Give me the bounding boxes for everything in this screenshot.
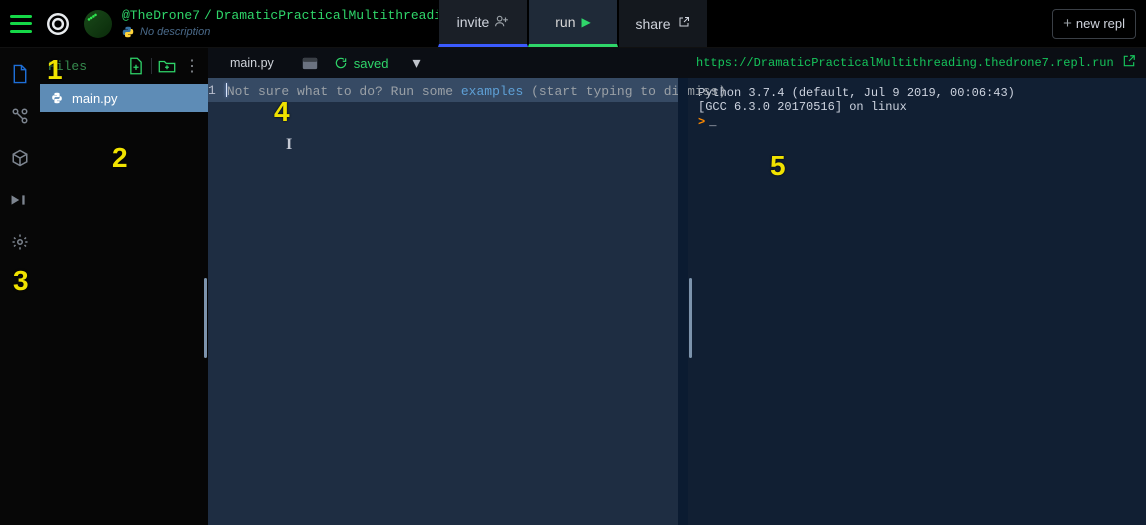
version-control-icon[interactable] <box>10 106 30 126</box>
workspace: Files ⋮ main.py main.py <box>0 48 1146 525</box>
editor-menu-chevron-icon[interactable]: ▾ <box>404 53 428 73</box>
open-external-icon[interactable] <box>1122 54 1136 73</box>
hamburger-icon[interactable] <box>10 15 32 33</box>
file-name: main.py <box>72 91 118 106</box>
placeholder-hint-pre: Not sure what to do? Run some <box>227 84 461 99</box>
more-options-icon[interactable]: ⋮ <box>184 56 200 76</box>
resize-handle-right[interactable] <box>689 278 692 358</box>
logo-icon[interactable] <box>44 10 72 38</box>
project-breadcrumb: @TheDrone7 / DramaticPracticalMultithrea… <box>122 9 479 39</box>
saved-label: saved <box>354 56 389 71</box>
console-url-bar: https://DramaticPracticalMultithreading.… <box>688 48 1146 78</box>
divider <box>151 58 152 74</box>
plus-icon: + <box>1063 15 1072 32</box>
new-repl-label: new repl <box>1076 16 1125 31</box>
person-plus-icon <box>495 15 509 30</box>
resize-handle-left[interactable] <box>204 278 207 358</box>
file-tree-panel: Files ⋮ main.py <box>40 48 208 525</box>
user-avatar[interactable] <box>84 10 112 38</box>
center-actions: invite run ▶ share <box>438 0 708 47</box>
terminal-line-2: [GCC 6.3.0 20170516] on linux <box>698 100 1136 114</box>
python-file-icon <box>50 91 64 105</box>
run-button[interactable]: run ▶ <box>528 0 618 47</box>
examples-link[interactable]: examples <box>461 84 523 99</box>
line-number: 1 <box>208 83 216 98</box>
file-item-main-py[interactable]: main.py <box>40 84 208 112</box>
invite-label: invite <box>457 14 490 30</box>
repl-url-link[interactable]: https://DramaticPracticalMultithreading.… <box>696 56 1114 70</box>
file-tree-header: Files ⋮ <box>40 48 208 84</box>
debugger-icon[interactable] <box>10 190 30 210</box>
reload-icon <box>334 56 348 70</box>
breadcrumb-separator: / <box>204 9 212 24</box>
run-label: run <box>555 14 575 30</box>
save-status: saved <box>334 56 389 71</box>
new-file-icon[interactable] <box>127 57 145 75</box>
project-name[interactable]: DramaticPracticalMultithreading <box>216 9 458 24</box>
code-content[interactable]: Not sure what to do? Run some examples (… <box>226 78 736 525</box>
layout-card-icon[interactable] <box>298 53 322 73</box>
share-button[interactable]: share <box>618 0 708 47</box>
code-area[interactable]: 1 Not sure what to do? Run some examples… <box>208 78 688 525</box>
user-link[interactable]: @TheDrone7 <box>122 9 200 24</box>
terminal-line-1: Python 3.7.4 (default, Jul 9 2019, 00:06… <box>698 86 1136 100</box>
terminal-prompt-line: >_ <box>698 115 1136 129</box>
placeholder-hint-post: (start typing to dismiss) <box>523 84 726 99</box>
editor-tabs: main.py saved ▾ <box>208 48 688 78</box>
line-gutter: 1 <box>208 78 226 525</box>
new-folder-icon[interactable] <box>158 57 176 75</box>
packages-icon[interactable] <box>10 148 30 168</box>
files-tab-icon[interactable] <box>10 64 30 84</box>
terminal-output[interactable]: Python 3.7.4 (default, Jul 9 2019, 00:06… <box>688 78 1146 525</box>
console-panel: https://DramaticPracticalMultithreading.… <box>688 48 1146 525</box>
invite-button[interactable]: invite <box>438 0 528 47</box>
settings-icon[interactable] <box>10 232 30 252</box>
play-icon: ▶ <box>582 15 591 29</box>
top-bar: @TheDrone7 / DramaticPracticalMultithrea… <box>0 0 1146 48</box>
python-icon <box>122 26 134 38</box>
activity-bar <box>0 48 40 525</box>
new-repl-button[interactable]: + new repl <box>1052 9 1136 39</box>
project-description: No description <box>140 26 210 39</box>
editor-tab-main-py[interactable]: main.py <box>212 48 292 78</box>
app-root: @TheDrone7 / DramaticPracticalMultithrea… <box>0 0 1146 525</box>
editor-panel: main.py saved ▾ 1 Not sure what to do? R… <box>208 48 688 525</box>
share-label: share <box>635 16 670 32</box>
file-tree-title: Files <box>48 59 121 74</box>
share-icon <box>677 16 691 31</box>
